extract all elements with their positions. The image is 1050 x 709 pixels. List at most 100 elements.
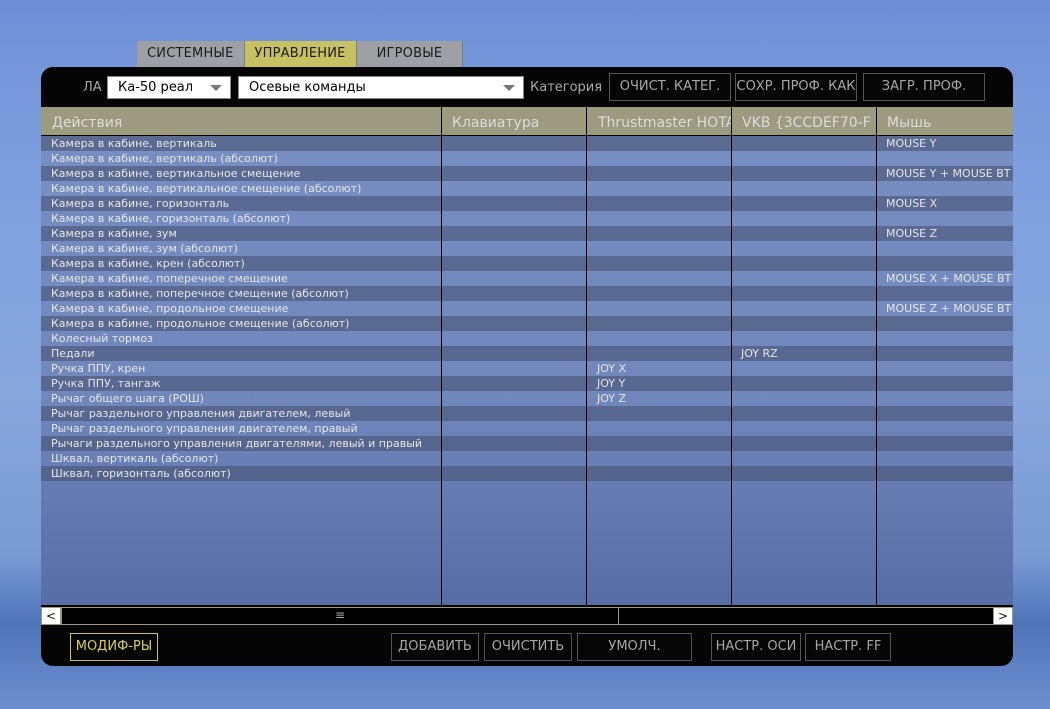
column-header-keyboard[interactable]: Клавиатура <box>441 107 587 135</box>
keyboard-cell[interactable] <box>441 331 587 346</box>
chevron-down-icon[interactable] <box>210 85 222 91</box>
table-row[interactable]: Рычаг раздельного управления двигателем,… <box>41 406 1013 421</box>
aircraft-select[interactable]: Ка-50 реал <box>107 76 231 99</box>
thrustmaster-cell[interactable] <box>587 286 731 301</box>
save-profile-as-button[interactable]: СОХР. ПРОФ. КАК <box>735 73 857 101</box>
mouse-cell[interactable]: MOUSE Y + MOUSE BT <box>876 166 1013 181</box>
keyboard-cell[interactable] <box>441 211 587 226</box>
keyboard-cell[interactable] <box>441 376 587 391</box>
load-profile-button[interactable]: ЗАГР. ПРОФ. <box>863 73 985 101</box>
thrustmaster-cell[interactable] <box>587 151 731 166</box>
axis-tune-button[interactable]: НАСТР. ОСИ <box>711 633 801 661</box>
table-row[interactable]: Педали JOY RZ <box>41 346 1013 361</box>
keyboard-cell[interactable] <box>441 196 587 211</box>
mouse-cell[interactable] <box>876 316 1013 331</box>
table-row[interactable]: Колесный тормоз <box>41 331 1013 346</box>
column-header-mouse[interactable]: Мышь <box>876 107 1013 135</box>
scroll-right-button[interactable]: > <box>993 607 1013 625</box>
table-row[interactable]: Камера в кабине, продольное смещение MOUS… <box>41 301 1013 316</box>
keyboard-cell[interactable] <box>441 256 587 271</box>
mouse-cell[interactable] <box>876 211 1013 226</box>
action-cell[interactable]: Ручка ППУ, крен <box>41 361 441 376</box>
thrustmaster-cell[interactable] <box>587 466 731 481</box>
thrustmaster-cell[interactable] <box>587 256 731 271</box>
mouse-cell[interactable] <box>876 361 1013 376</box>
mouse-cell[interactable] <box>876 181 1013 196</box>
vkb-cell[interactable] <box>731 331 876 346</box>
keyboard-cell[interactable] <box>441 136 587 151</box>
tab-controls[interactable]: УПРАВЛЕНИЕ <box>244 41 357 67</box>
vkb-cell[interactable] <box>731 196 876 211</box>
vkb-cell[interactable] <box>731 241 876 256</box>
table-row[interactable]: Камера в кабине, вертикальное смещение (… <box>41 181 1013 196</box>
mouse-cell[interactable] <box>876 151 1013 166</box>
vkb-cell[interactable] <box>731 286 876 301</box>
thrustmaster-cell[interactable] <box>587 406 731 421</box>
mouse-cell[interactable] <box>876 406 1013 421</box>
keyboard-cell[interactable] <box>441 166 587 181</box>
mouse-cell[interactable] <box>876 391 1013 406</box>
table-row[interactable]: Камера в кабине, вертикаль (абсолют) <box>41 151 1013 166</box>
table-row[interactable]: Камера в кабине, вертикаль MOUSE Y <box>41 136 1013 151</box>
column-header-actions[interactable]: Действия <box>41 107 441 135</box>
action-cell[interactable]: Колесный тормоз <box>41 331 441 346</box>
mouse-cell[interactable] <box>876 376 1013 391</box>
vkb-cell[interactable] <box>731 421 876 436</box>
vkb-cell[interactable] <box>731 211 876 226</box>
vkb-cell[interactable] <box>731 466 876 481</box>
action-cell[interactable]: Ручка ППУ, тангаж <box>41 376 441 391</box>
table-row[interactable]: Камера в кабине, вертикальное смещение MO… <box>41 166 1013 181</box>
keyboard-cell[interactable] <box>441 466 587 481</box>
mouse-cell[interactable] <box>876 346 1013 361</box>
mouse-cell[interactable]: MOUSE Y <box>876 136 1013 151</box>
table-row[interactable]: Рычаг раздельного управления двигателем,… <box>41 421 1013 436</box>
chevron-down-icon[interactable] <box>503 85 515 91</box>
category-select[interactable]: Осевые команды <box>238 76 524 99</box>
keyboard-cell[interactable] <box>441 271 587 286</box>
keyboard-cell[interactable] <box>441 151 587 166</box>
vkb-cell[interactable] <box>731 376 876 391</box>
table-row[interactable]: Камера в кабине, крен (абсолют) <box>41 256 1013 271</box>
tab-system[interactable]: СИСТЕМНЫЕ <box>137 41 245 67</box>
mouse-cell[interactable] <box>876 466 1013 481</box>
table-row[interactable]: Рычаг общего шага (РОШ) JOY Z <box>41 391 1013 406</box>
clear-button[interactable]: ОЧИСТИТЬ <box>484 633 572 661</box>
table-row[interactable]: Камера в кабине, поперечное смещение (аб… <box>41 286 1013 301</box>
vkb-cell[interactable] <box>731 151 876 166</box>
thrustmaster-cell[interactable] <box>587 166 731 181</box>
table-row[interactable]: Шквал, горизонталь (абсолют) <box>41 466 1013 481</box>
thrustmaster-cell[interactable] <box>587 271 731 286</box>
vkb-cell[interactable] <box>731 181 876 196</box>
vkb-cell[interactable] <box>731 166 876 181</box>
thrustmaster-cell[interactable]: JOY Y <box>587 376 731 391</box>
mouse-cell[interactable] <box>876 421 1013 436</box>
thrustmaster-cell[interactable] <box>587 181 731 196</box>
action-cell[interactable]: Камера в кабине, горизонталь <box>41 196 441 211</box>
horizontal-scrollbar[interactable]: < ≡ > <box>41 607 1013 625</box>
thrustmaster-cell[interactable] <box>587 331 731 346</box>
mouse-cell[interactable] <box>876 241 1013 256</box>
thrustmaster-cell[interactable] <box>587 196 731 211</box>
table-row[interactable]: Камера в кабине, зум MOUSE Z <box>41 226 1013 241</box>
action-cell[interactable]: Камера в кабине, вертикальное смещение (… <box>41 181 441 196</box>
modifiers-button[interactable]: МОДИФ-РЫ <box>70 633 158 661</box>
action-cell[interactable]: Камера в кабине, поперечное смещение (аб… <box>41 286 441 301</box>
vkb-cell[interactable] <box>731 361 876 376</box>
vkb-cell[interactable] <box>731 391 876 406</box>
keyboard-cell[interactable] <box>441 181 587 196</box>
action-cell[interactable]: Камера в кабине, продольное смещение (аб… <box>41 316 441 331</box>
ff-tune-button[interactable]: НАСТР. FF <box>805 633 891 661</box>
scroll-thumb[interactable]: ≡ <box>61 607 619 625</box>
vkb-cell[interactable] <box>731 136 876 151</box>
keyboard-cell[interactable] <box>441 391 587 406</box>
default-button[interactable]: УМОЛЧ. <box>577 633 692 661</box>
vkb-cell[interactable] <box>731 406 876 421</box>
mouse-cell[interactable] <box>876 436 1013 451</box>
thrustmaster-cell[interactable] <box>587 316 731 331</box>
vkb-cell[interactable] <box>731 301 876 316</box>
vkb-cell[interactable]: JOY RZ <box>731 346 876 361</box>
vkb-cell[interactable] <box>731 451 876 466</box>
action-cell[interactable]: Педали <box>41 346 441 361</box>
action-cell[interactable]: Камера в кабине, поперечное смещение <box>41 271 441 286</box>
thrustmaster-cell[interactable] <box>587 346 731 361</box>
